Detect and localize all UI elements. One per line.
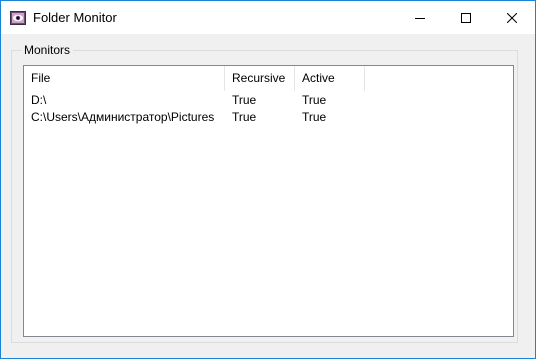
monitors-list[interactable]: File Recursive Active D:\ True True C:\U… xyxy=(23,65,514,337)
list-row[interactable]: D:\ True True xyxy=(24,92,513,109)
monitors-group-label: Monitors xyxy=(22,43,74,57)
cell-active: True xyxy=(302,110,327,124)
cell-active: True xyxy=(302,93,327,107)
minimize-icon xyxy=(415,13,425,23)
close-button[interactable] xyxy=(489,1,535,34)
column-header-file[interactable]: File xyxy=(24,66,225,91)
app-eye-icon[interactable] xyxy=(10,10,26,26)
column-header-recursive[interactable]: Recursive xyxy=(225,66,295,91)
title-bar[interactable]: Folder Monitor xyxy=(1,1,535,34)
maximize-icon xyxy=(461,12,471,23)
column-header-active[interactable]: Active xyxy=(295,66,365,91)
cell-file: D:\ xyxy=(31,93,47,107)
cell-file: C:\Users\Администратор\Pictures xyxy=(31,110,215,124)
list-row[interactable]: C:\Users\Администратор\Pictures True Tru… xyxy=(24,109,513,126)
cell-recursive: True xyxy=(232,93,257,107)
minimize-button[interactable] xyxy=(397,1,443,34)
close-icon xyxy=(507,12,517,23)
maximize-button[interactable] xyxy=(443,1,489,34)
list-header: File Recursive Active xyxy=(24,66,513,91)
window-title: Folder Monitor xyxy=(33,10,117,25)
cell-recursive: True xyxy=(232,110,257,124)
